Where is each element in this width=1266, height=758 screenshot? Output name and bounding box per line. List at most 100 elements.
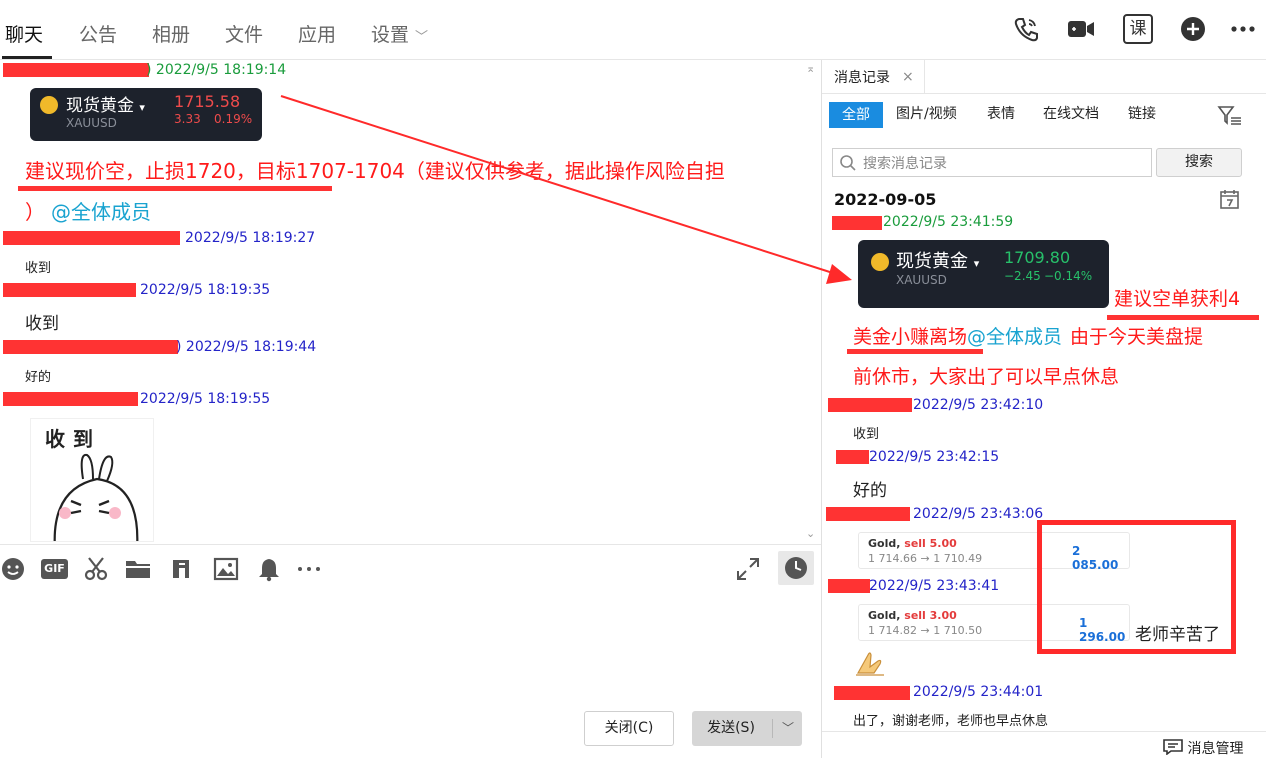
highlight-box — [1037, 520, 1236, 654]
timestamp: 2022/9/5 23:42:15 — [869, 449, 1000, 465]
scissors-icon[interactable] — [83, 556, 109, 582]
timestamp: 2022/9/5 23:43:41 — [869, 578, 1000, 594]
red-underline — [18, 186, 332, 191]
timestamp: ) 2022/9/5 18:19:14 — [146, 62, 287, 78]
redacted-name — [3, 283, 136, 297]
bunny-icon — [53, 453, 139, 541]
filter-all[interactable]: 全部 — [829, 102, 883, 128]
message-text: 收到 — [853, 427, 880, 442]
redacted-name — [832, 216, 882, 230]
timestamp: 2022/9/5 23:41:59 — [883, 214, 1014, 230]
trade-route: 1 714.82 → 1 710.50 — [868, 624, 983, 637]
scroll-top-icon[interactable]: ⌅ — [806, 62, 815, 75]
send-options-chevron-icon[interactable]: ﹀ — [776, 711, 800, 746]
gif-icon[interactable]: GIF — [41, 559, 68, 579]
timestamp: 2022/9/5 18:19:55 — [140, 391, 271, 407]
folder-icon[interactable] — [125, 556, 151, 582]
tab-files[interactable]: 文件 — [225, 20, 263, 47]
close-icon[interactable]: × — [902, 69, 914, 85]
redacted-name — [3, 392, 138, 406]
mention-all: @全体成员 — [51, 200, 151, 224]
message-text: 好的 — [25, 370, 52, 385]
message-manage-label: 消息管理 — [1187, 741, 1244, 757]
gold-price: 1715.58 — [174, 92, 241, 111]
tab-announcements[interactable]: 公告 — [79, 20, 117, 47]
trade-title: Gold, sell 3.00 — [868, 609, 957, 622]
timestamp: ) 2022/9/5 18:19:44 — [176, 339, 317, 355]
gold-symbol: XAUUSD — [66, 116, 117, 130]
sticker-image[interactable]: 收到 — [30, 418, 154, 542]
close-button[interactable]: 关闭(C) — [584, 711, 674, 746]
red-underline — [1107, 315, 1259, 320]
chat-bubble-icon — [1163, 739, 1183, 756]
trade-route: 1 714.66 → 1 710.49 — [868, 552, 983, 565]
close-position-note-cont: 前休市，大家出了可以早点休息 — [853, 366, 1120, 388]
redacted-name — [3, 231, 180, 245]
filter-icon[interactable] — [1217, 105, 1243, 127]
history-search-input[interactable]: 搜索消息记录 — [832, 148, 1152, 177]
gold-quote-card[interactable]: 现货黄金 ▾ XAUUSD 1709.80 −2.45 −0.14% — [858, 240, 1109, 308]
search-icon — [840, 155, 856, 171]
expand-icon[interactable] — [735, 556, 761, 582]
divider — [822, 731, 1266, 732]
tab-settings[interactable]: 设置 ﹀ — [371, 20, 428, 47]
timestamp: 2022/9/5 23:42:10 — [913, 397, 1044, 413]
message-manage-button[interactable]: 消息管理 — [1163, 738, 1243, 758]
gold-symbol: XAUUSD — [896, 273, 947, 287]
add-icon[interactable] — [1178, 14, 1208, 44]
filter-links[interactable]: 链接 — [1128, 103, 1156, 123]
search-button[interactable]: 搜索 — [1156, 148, 1242, 177]
filter-images-videos[interactable]: 图片/视频 — [896, 103, 957, 123]
redacted-name — [834, 686, 910, 700]
scroll-bottom-icon[interactable]: ⌄ — [806, 527, 815, 540]
tab-album[interactable]: 相册 — [152, 20, 190, 47]
redacted-name — [826, 507, 910, 521]
gold-change-pct: 0.19% — [214, 112, 253, 126]
calendar-icon[interactable] — [1219, 189, 1241, 211]
filter-online-docs[interactable]: 在线文档 — [1043, 103, 1099, 123]
search-placeholder: 搜索消息记录 — [863, 156, 947, 172]
image-icon[interactable] — [213, 556, 239, 582]
redacted-name — [828, 398, 912, 412]
divider — [772, 719, 773, 738]
clock-icon — [785, 557, 807, 579]
history-toggle-button[interactable] — [778, 551, 814, 585]
message-text: 出了，谢谢老师，老师也早点休息 — [853, 714, 1049, 729]
advice-text-cont: ） @全体成员 — [25, 200, 151, 224]
message-text: 收到 — [25, 261, 52, 276]
gold-coin-icon — [871, 253, 889, 271]
timestamp: 2022/9/5 23:44:01 — [913, 684, 1044, 700]
course-icon[interactable]: 课 — [1123, 14, 1153, 44]
redacted-name — [836, 450, 869, 464]
emoji-icon[interactable] — [0, 556, 26, 582]
tab-chat[interactable]: 聊天 — [5, 20, 43, 47]
tab-apps[interactable]: 应用 — [298, 20, 336, 47]
active-tab-indicator — [2, 56, 52, 59]
timestamp: 2022/9/5 18:19:35 — [140, 282, 271, 298]
gold-change-pct: −0.14% — [1044, 269, 1093, 283]
more-icon[interactable] — [1229, 14, 1259, 44]
more-icon[interactable] — [296, 556, 322, 582]
send-button[interactable]: 发送(S) — [692, 711, 770, 746]
history-tab[interactable]: 消息记录 — [834, 67, 890, 87]
gold-name: 现货黄金 ▾ — [66, 96, 145, 116]
message-input[interactable] — [0, 592, 821, 702]
filter-emoji[interactable]: 表情 — [987, 103, 1015, 123]
praying-hands-icon — [856, 652, 884, 676]
message-text: 好的 — [853, 481, 887, 501]
history-date: 2022-09-05 — [834, 190, 937, 209]
gold-price: 1709.80 — [1004, 248, 1071, 267]
close-position-note: 美金小赚离场@全体成员 由于今天美盘提 — [853, 326, 1204, 348]
sticker-text: 收到 — [45, 427, 101, 451]
music-icon[interactable] — [168, 556, 194, 582]
redacted-name — [828, 579, 870, 593]
timestamp: 2022/9/5 18:19:27 — [185, 230, 316, 246]
gold-quote-card[interactable]: 现货黄金 ▾ XAUUSD 1715.58 3.33 0.19% — [30, 88, 262, 141]
phone-icon[interactable] — [1011, 14, 1041, 44]
input-toolbar — [0, 544, 821, 592]
video-icon[interactable] — [1066, 14, 1096, 44]
gold-change: 3.33 — [174, 112, 201, 126]
message-text: 收到 — [25, 314, 59, 334]
bell-icon[interactable] — [256, 556, 282, 582]
mention-all: @全体成员 — [967, 326, 1063, 348]
